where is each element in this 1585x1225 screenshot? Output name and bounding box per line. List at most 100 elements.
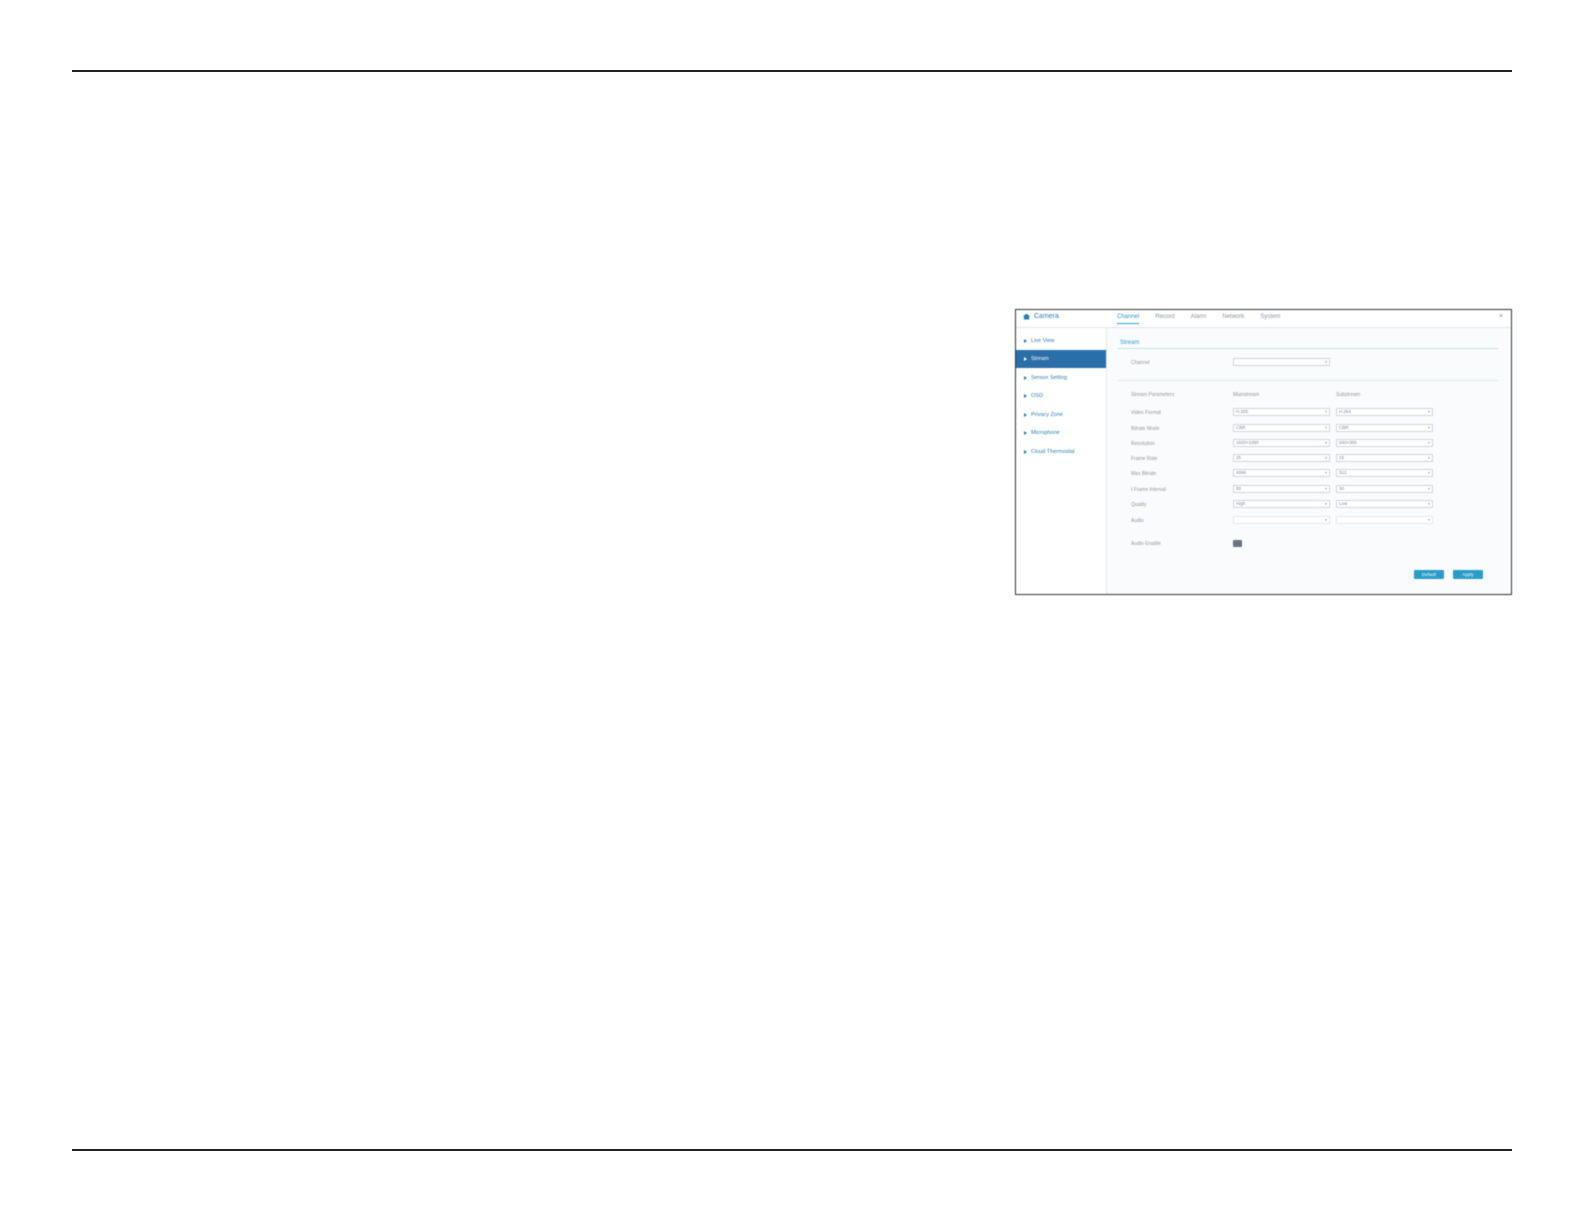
chevron-down-icon: ▾	[1324, 470, 1327, 475]
main-tabs: Channel Record Alarm Network System	[1117, 314, 1280, 324]
tab-network[interactable]: Network	[1222, 314, 1244, 324]
select-value: 512	[1339, 470, 1347, 475]
sidebar-item-label: Sensor Setting	[1031, 375, 1068, 381]
mainstream-video-format-select[interactable]: H.265 ▾	[1233, 408, 1330, 416]
row-label-frame-rate: Frame Rate	[1131, 456, 1158, 462]
sidebar-item-live-view[interactable]: Live View	[1016, 332, 1106, 350]
mainstream-i-frame-select[interactable]: 50 ▾	[1233, 485, 1330, 493]
select-value: H.264	[1339, 409, 1352, 414]
chevron-down-icon: ▾	[1427, 517, 1430, 522]
substream-i-frame-select[interactable]: 30 ▾	[1336, 485, 1433, 493]
audio-enable-toggle[interactable]	[1233, 540, 1242, 547]
mainstream-frame-rate-select[interactable]: 25 ▾	[1233, 454, 1330, 462]
row-label-quality: Quality	[1131, 502, 1147, 508]
top-bar: Camera Channel Record Alarm Network Syst…	[1016, 310, 1511, 328]
chevron-down-icon: ▾	[1324, 409, 1327, 414]
substream-audio-select[interactable]: ▾	[1336, 516, 1433, 524]
sidebar-item-label: OSD	[1031, 393, 1043, 399]
chevron-down-icon: ▾	[1324, 359, 1327, 364]
mainstream-audio-select[interactable]: ▾	[1233, 516, 1330, 524]
tab-system[interactable]: System	[1260, 314, 1280, 324]
caret-right-icon	[1024, 413, 1027, 417]
sidebar-item-stream[interactable]: Stream	[1016, 350, 1106, 368]
tab-channel[interactable]: Channel	[1117, 314, 1140, 324]
select-value: 4096	[1236, 470, 1247, 475]
chevron-down-icon: ▾	[1324, 486, 1327, 491]
form-divider	[1118, 380, 1498, 381]
select-value: 1920×1080	[1236, 440, 1259, 445]
chevron-down-icon: ▾	[1427, 501, 1430, 506]
section-title: Stream	[1120, 340, 1140, 346]
sidebar-item-label: Stream	[1031, 356, 1049, 362]
select-value: 25	[1236, 455, 1242, 460]
row-label-video-format: Video Format	[1131, 410, 1161, 416]
screenshot-frame: Camera Channel Record Alarm Network Syst…	[1015, 309, 1512, 595]
chevron-down-icon: ▾	[1324, 517, 1327, 522]
section-divider	[1118, 348, 1498, 349]
select-value: Low	[1339, 501, 1348, 506]
mainstream-column-header: Mainstream	[1233, 392, 1260, 398]
row-label-bitrate-mode: Bitrate Mode	[1131, 426, 1160, 432]
chevron-down-icon: ▾	[1324, 501, 1327, 506]
chevron-down-icon: ▾	[1324, 455, 1327, 460]
chevron-down-icon: ▾	[1427, 486, 1430, 491]
caret-right-icon	[1024, 376, 1027, 380]
substream-video-format-select[interactable]: H.264 ▾	[1336, 408, 1433, 416]
select-value: 640×360	[1339, 440, 1357, 445]
select-value: CBR	[1339, 425, 1349, 430]
substream-frame-rate-select[interactable]: 15 ▾	[1336, 454, 1433, 462]
default-button[interactable]: Default	[1414, 570, 1444, 579]
brand[interactable]: Camera	[1023, 313, 1059, 320]
sidebar-item-cloud-thermostat[interactable]: Cloud Thermostat	[1016, 443, 1106, 461]
substream-quality-select[interactable]: Low ▾	[1336, 500, 1433, 508]
substream-max-bitrate-select[interactable]: 512 ▾	[1336, 469, 1433, 477]
channel-label: Channel	[1131, 360, 1150, 366]
chevron-down-icon: ▾	[1427, 425, 1430, 430]
close-icon[interactable]: ×	[1499, 313, 1503, 320]
caret-right-icon	[1024, 450, 1027, 454]
sidebar-item-label: Live View	[1031, 338, 1055, 344]
select-value: H.265	[1236, 409, 1249, 414]
chevron-down-icon: ▾	[1427, 440, 1430, 445]
brand-label: Camera	[1034, 313, 1059, 320]
tab-alarm[interactable]: Alarm	[1191, 314, 1207, 324]
sidebar-item-label: Microphone	[1031, 430, 1060, 436]
substream-resolution-select[interactable]: 640×360 ▾	[1336, 439, 1433, 447]
caret-right-icon	[1024, 357, 1027, 361]
caret-right-icon	[1024, 431, 1027, 435]
chevron-down-icon: ▾	[1427, 409, 1430, 414]
select-value: 50	[1236, 486, 1242, 491]
substream-column-header: Substream	[1336, 392, 1361, 398]
mainstream-quality-select[interactable]: High ▾	[1233, 500, 1330, 508]
caret-right-icon	[1024, 339, 1027, 343]
chevron-down-icon: ▾	[1427, 455, 1430, 460]
chevron-down-icon: ▾	[1324, 440, 1327, 445]
mainstream-resolution-select[interactable]: 1920×1080 ▾	[1233, 439, 1330, 447]
select-value: 30	[1339, 486, 1345, 491]
chevron-down-icon: ▾	[1427, 470, 1430, 475]
row-label-max-bitrate: Max Bitrate	[1131, 471, 1157, 477]
mainstream-max-bitrate-select[interactable]: 4096 ▾	[1233, 469, 1330, 477]
sidebar-item-sensor-setting[interactable]: Sensor Setting	[1016, 369, 1106, 387]
page-bottom-rule	[72, 1149, 1512, 1151]
row-label-audio: Audio	[1131, 518, 1144, 524]
channel-select[interactable]: ▾	[1233, 358, 1330, 366]
page-top-rule	[72, 70, 1512, 72]
row-label-resolution: Resolution	[1131, 441, 1155, 447]
sidebar-item-osd[interactable]: OSD	[1016, 387, 1106, 405]
sidebar-item-label: Privacy Zone	[1031, 412, 1064, 418]
tab-record[interactable]: Record	[1155, 314, 1174, 324]
audio-enable-label: Audio Enable	[1131, 541, 1161, 547]
row-label-i-frame-interval: I Frame Interval	[1131, 487, 1167, 493]
chevron-down-icon: ▾	[1324, 425, 1327, 430]
sidebar-item-microphone[interactable]: Microphone	[1016, 424, 1106, 442]
parameters-column-header: Stream Parameters	[1131, 392, 1175, 398]
select-value: CBR	[1236, 425, 1246, 430]
mainstream-bitrate-mode-select[interactable]: CBR ▾	[1233, 424, 1330, 432]
sidebar: Live View Stream Sensor Setting OSD Priv…	[1016, 328, 1107, 594]
select-value: 15	[1339, 455, 1345, 460]
apply-button[interactable]: Apply	[1453, 570, 1483, 579]
home-icon	[1023, 313, 1030, 320]
sidebar-item-privacy-zone[interactable]: Privacy Zone	[1016, 406, 1106, 424]
substream-bitrate-mode-select[interactable]: CBR ▾	[1336, 424, 1433, 432]
